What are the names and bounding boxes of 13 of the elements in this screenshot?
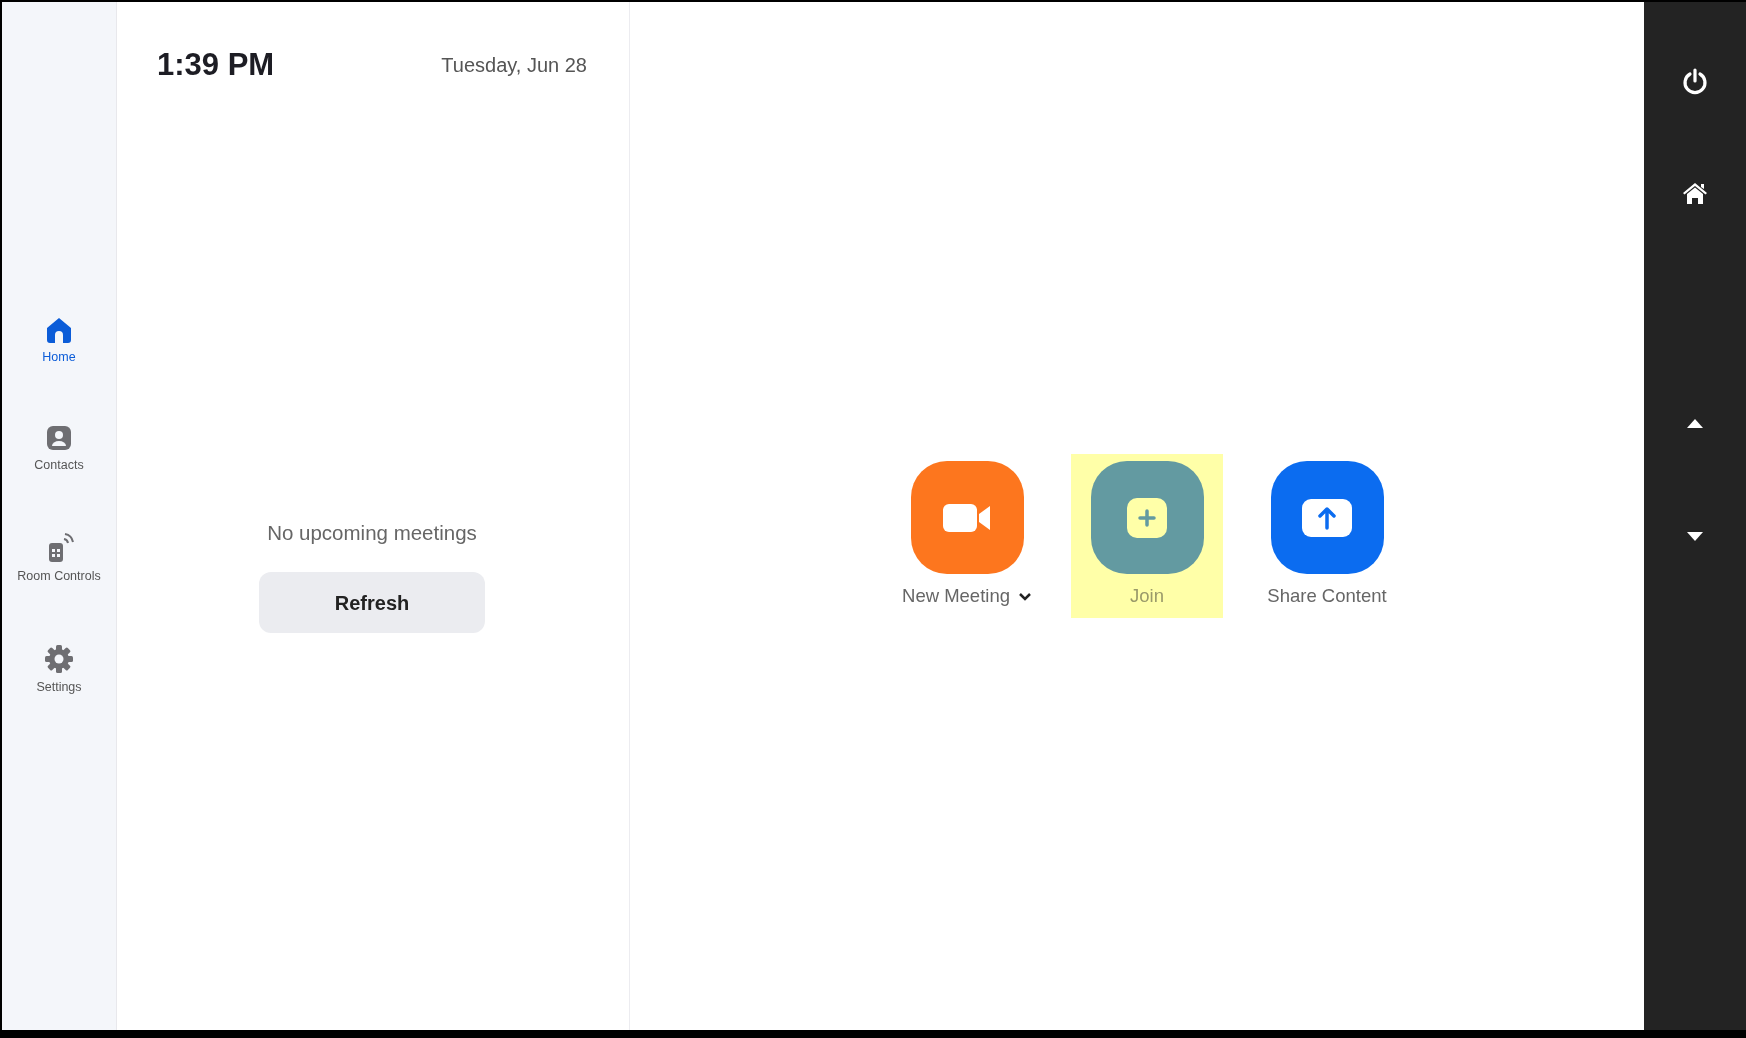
sidebar-tab[interactable]: Settings: [36, 643, 82, 697]
clock-time: 1:39 PM: [157, 46, 275, 84]
refresh-button[interactable]: Refresh: [259, 572, 485, 634]
plus-icon: [1127, 497, 1167, 538]
contact-card-icon: [45, 424, 73, 453]
settings-icon: [44, 643, 74, 674]
sidebar-tab[interactable]: Contacts: [34, 424, 84, 475]
sidebar-tab[interactable]: Room Controls: [17, 533, 101, 586]
empty-message: No upcoming meetings: [267, 519, 477, 546]
home-icon: [45, 315, 73, 344]
date-label: Tuesday, Jun 28: [441, 53, 587, 79]
video-camera-icon: [943, 503, 991, 532]
sidebar-tab[interactable]: Home: [42, 315, 76, 367]
